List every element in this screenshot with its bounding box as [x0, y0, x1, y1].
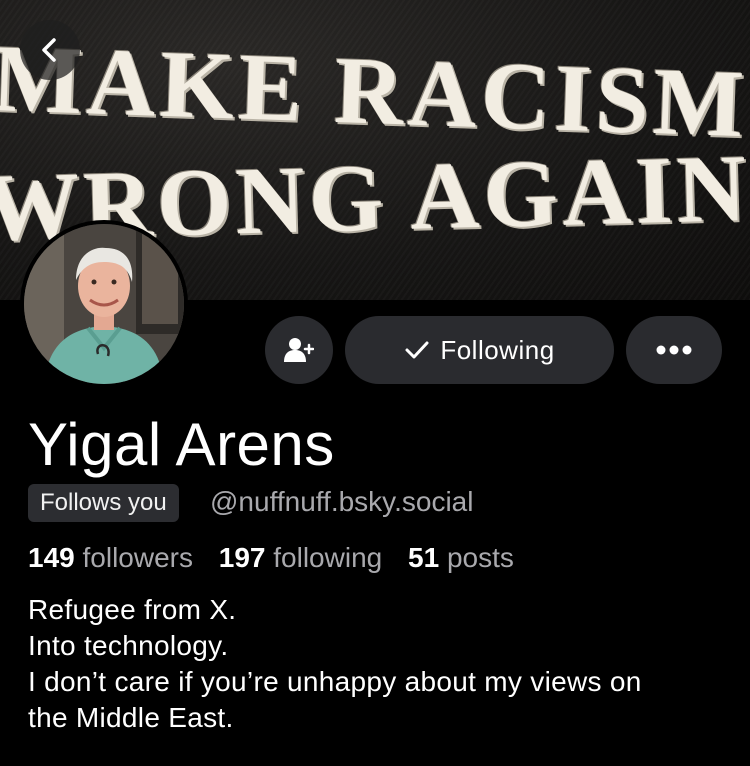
following-count: 197: [218, 542, 266, 573]
add-to-list-button[interactable]: [265, 316, 333, 384]
bio-line: the Middle East.: [28, 702, 234, 733]
followers-link[interactable]: 149 followers: [28, 542, 193, 573]
profile-handle[interactable]: @nuffnuff.bsky.social: [210, 486, 473, 518]
profile-stats: 149 followers 197 following 51 posts: [28, 542, 532, 574]
bio-line: I don’t care if you’re unhappy about my …: [28, 666, 642, 697]
posts-count: 51: [408, 542, 440, 573]
chevron-left-icon: [42, 38, 56, 62]
following-link[interactable]: 197 following: [219, 542, 382, 573]
bio-line: Refugee from X.: [28, 594, 237, 625]
followers-label: followers: [82, 542, 193, 573]
display-name: Yigal Arens: [28, 411, 335, 478]
profile-bio: Refugee from X. Into technology. I don’t…: [28, 592, 728, 736]
bio-line: Into technology.: [28, 630, 229, 661]
following-button-label: Following: [440, 334, 555, 365]
checkmark-icon: [405, 341, 429, 359]
person-add-icon: [284, 338, 314, 362]
follows-you-badge: Follows you: [28, 484, 179, 522]
more-options-button[interactable]: [626, 316, 722, 384]
avatar[interactable]: [20, 220, 188, 388]
following-button[interactable]: Following: [345, 316, 614, 384]
followers-count: 149: [28, 542, 75, 573]
avatar-image: [24, 224, 184, 384]
posts-label: posts: [446, 542, 514, 573]
following-label: following: [273, 542, 383, 573]
ellipsis-icon: [656, 345, 692, 355]
back-button[interactable]: [20, 20, 80, 80]
posts-stat: 51 posts: [408, 542, 514, 573]
